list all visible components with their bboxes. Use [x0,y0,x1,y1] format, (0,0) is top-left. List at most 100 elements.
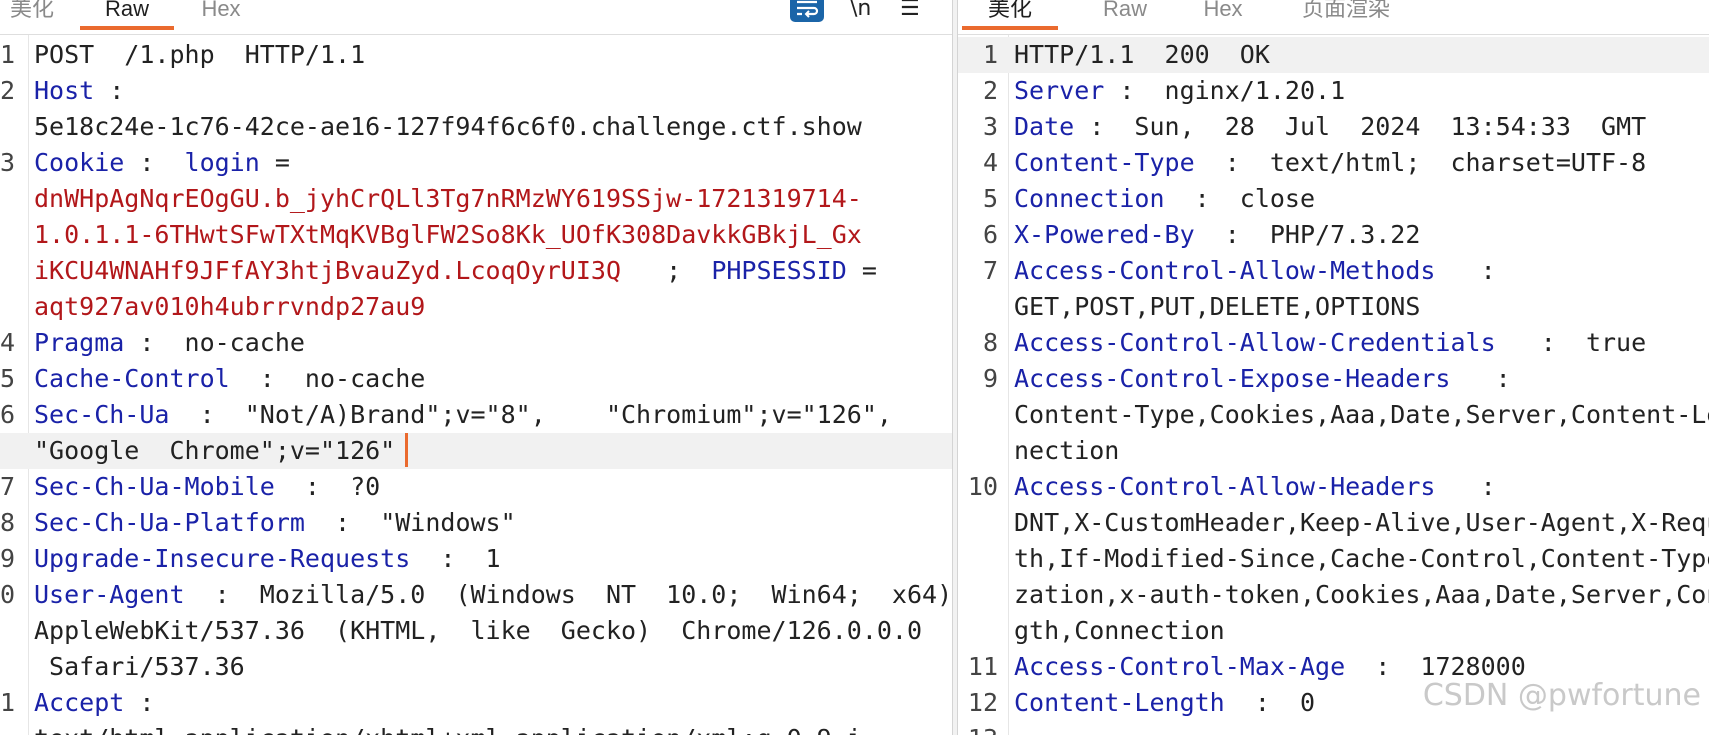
tab-raw[interactable]: Raw [1100,0,1150,32]
cookie-value: 1.0.1.1-6THwtSFwTXtMqKVBglFW2So8Kk_UOfK3… [34,220,862,249]
text-token: AppleWebKit/537.36 (KHTML, like Gecko) C… [34,616,923,645]
code-line[interactable]: 0 User-Agent : Mozilla/5.0 (Windows NT 10… [0,577,958,613]
code-line[interactable]: 1.0.1.1-6THwtSFwTXtMqKVBglFW2So8Kk_UOfK3… [0,217,958,253]
line-number: 7 [982,256,998,285]
text-token: : no-cache [124,328,305,357]
code-line[interactable]: 5 Cache-Control : no-cache [0,361,958,397]
code-line[interactable]: nection [958,433,1709,469]
text-token: text/html,application/xhtml+xml,applicat… [34,724,862,735]
line-number: 13 [958,721,998,735]
menu-icon[interactable]: ☰ [900,0,920,24]
watermark: CSDN @pwfortune [1422,678,1701,713]
code-line[interactable]: 10 Access-Control-Allow-Headers : [958,469,1709,505]
code-line[interactable]: text/html,application/xhtml+xml,applicat… [0,721,958,735]
tab-pretty[interactable]: 美化 [10,0,54,32]
header-name: Access-Control-Allow-Credentials [1014,328,1496,357]
line-number: 0 [0,580,16,609]
line-content: 5e18c24e-1c76-42ce-ae16-127f94f6c6f0.cha… [34,109,862,145]
text-token: Safari/537.36 [34,652,245,681]
line-number: 3 [982,112,998,141]
text-token: : nginx/1.20.1 [1104,76,1346,105]
show-newlines-toggle[interactable]: \n [850,0,871,24]
line-content: Pragma : no-cache [34,325,305,361]
text-token: : [94,76,125,105]
line-content: AppleWebKit/537.36 (KHTML, like Gecko) C… [34,613,922,649]
code-line[interactable]: AppleWebKit/537.36 (KHTML, like Gecko) C… [0,613,958,649]
text-token: : [1435,472,1496,501]
line-number: 7 [0,472,16,501]
header-name: User-Agent [34,580,185,609]
tab-render[interactable]: 页面渲染 [1296,0,1396,32]
text-token: : 1 [410,544,501,573]
line-number: 10 [967,472,998,501]
line-content: iKCU4WNAHf9JFfAY3htjBvauZyd.LcoqOyrUI3Q … [34,253,877,289]
code-line[interactable]: 6 X-Powered-By : PHP/7.3.22 [958,217,1709,253]
header-name: Content-Length [1014,688,1225,717]
text-token: : text/html; charset=UTF-8 [1194,148,1647,177]
code-line[interactable]: "Google Chrome";v="126" [0,433,958,469]
header-name: login [184,148,260,177]
code-line[interactable]: 6 Sec-Ch-Ua : "Not/A)Brand";v="8", "Chrom… [0,397,958,433]
line-content: DNT,X-CustomHeader,Keep-Alive,User-Agent… [1014,505,1709,541]
code-line[interactable]: 5 Connection : close [958,181,1709,217]
line-content: Date : Sun, 28 Jul 2024 13:54:33 GMT [1014,109,1646,145]
code-line[interactable]: 3 Date : Sun, 28 Jul 2024 13:54:33 GMT [958,109,1709,145]
code-line[interactable]: 2 Server : nginx/1.20.1 [958,73,1709,109]
header-name: Access-Control-Expose-Headers [1014,364,1451,393]
tab-hex[interactable]: Hex [1198,0,1248,32]
line-content: Content-Length : 0 [1014,685,1315,721]
text-token: Content-Type,Cookies,Aaa,Date,Server,Con… [1014,400,1709,429]
code-line[interactable]: 4 Content-Type : text/html; charset=UTF-8 [958,145,1709,181]
tab-raw[interactable]: Raw [80,0,174,32]
header-name: Access-Control-Allow-Methods [1014,256,1436,285]
code-line[interactable]: 7 Sec-Ch-Ua-Mobile : ?0 [0,469,958,505]
text-token: : [124,148,185,177]
code-line[interactable]: Safari/537.36 [0,649,958,685]
code-line[interactable]: 8 Sec-Ch-Ua-Platform : "Windows" [0,505,958,541]
line-content: gth,Connection [1014,613,1225,649]
line-content: Access-Control-Allow-Methods : [1014,253,1496,289]
code-line[interactable]: Content-Type,Cookies,Aaa,Date,Server,Con… [958,397,1709,433]
code-line[interactable]: 4 Pragma : no-cache [0,325,958,361]
line-content: Sec-Ch-Ua-Platform : "Windows" [34,505,516,541]
word-wrap-icon[interactable] [790,0,824,22]
code-line[interactable]: GET,POST,PUT,DELETE,OPTIONS [958,289,1709,325]
code-line[interactable]: iKCU4WNAHf9JFfAY3htjBvauZyd.LcoqOyrUI3Q … [0,253,958,289]
line-content: aqt927av010h4ubrrvndp27au9 [34,289,425,325]
code-line[interactable]: 3 Cookie : login = [0,145,958,181]
response-editor[interactable]: 1 HTTP/1.1 200 OK 2 Server : nginx/1.20.1 3 D… [958,37,1709,735]
line-content: "Google Chrome";v="126" [34,433,409,469]
line-content: Host : [34,73,124,109]
tab-hex[interactable]: Hex [196,0,246,32]
code-line[interactable]: 7 Access-Control-Allow-Methods : [958,253,1709,289]
code-line[interactable]: 9 Upgrade-Insecure-Requests : 1 [0,541,958,577]
code-line[interactable]: DNT,X-CustomHeader,Keep-Alive,User-Agent… [958,505,1709,541]
header-name: Sec-Ch-Ua-Mobile [34,472,275,501]
code-line[interactable]: gth,Connection [958,613,1709,649]
text-token: th,If-Modified-Since,Cache-Control,Conte… [1014,544,1709,573]
code-line[interactable]: dnWHpAgNqrEOgGU.b_jyhCrQLl3Tg7nRMzWY619S… [0,181,958,217]
line-content: Server : nginx/1.20.1 [1014,73,1345,109]
cookie-value: iKCU4WNAHf9JFfAY3htjBvauZyd.LcoqOyrUI3Q [34,256,621,285]
line-number: 5 [982,184,998,213]
code-line[interactable]: 2 Host : [0,73,958,109]
code-line[interactable]: 5e18c24e-1c76-42ce-ae16-127f94f6c6f0.cha… [0,109,958,145]
header-name: Date [1014,112,1075,141]
line-content: Sec-Ch-Ua-Mobile : ?0 [34,469,380,505]
code-line[interactable]: 8 Access-Control-Allow-Credentials : true [958,325,1709,361]
code-line[interactable]: 1 HTTP/1.1 200 OK [958,37,1709,73]
header-name: Sec-Ch-Ua-Platform [34,508,305,537]
response-tabbar: 美化 Raw Hex 页面渲染 [958,0,1709,35]
code-line[interactable]: th,If-Modified-Since,Cache-Control,Conte… [958,541,1709,577]
request-editor[interactable]: 1 POST /1.php HTTP/1.1 2 Host : 5e18c24e-1c7… [0,37,958,735]
code-line[interactable]: 1 Accept : [0,685,958,721]
code-line[interactable]: 1 POST /1.php HTTP/1.1 [0,37,958,73]
tab-pretty[interactable]: 美化 [962,0,1058,32]
line-content: Access-Control-Allow-Credentials : true [1014,325,1646,361]
line-content: Upgrade-Insecure-Requests : 1 [34,541,501,577]
code-line[interactable]: zation,x-auth-token,Cookies,Aaa,Date,Ser… [958,577,1709,613]
code-line[interactable]: aqt927av010h4ubrrvndp27au9 [0,289,958,325]
code-line[interactable]: 13 [958,721,1709,735]
text-token: : PHP/7.3.22 [1194,220,1421,249]
code-line[interactable]: 9 Access-Control-Expose-Headers : [958,361,1709,397]
